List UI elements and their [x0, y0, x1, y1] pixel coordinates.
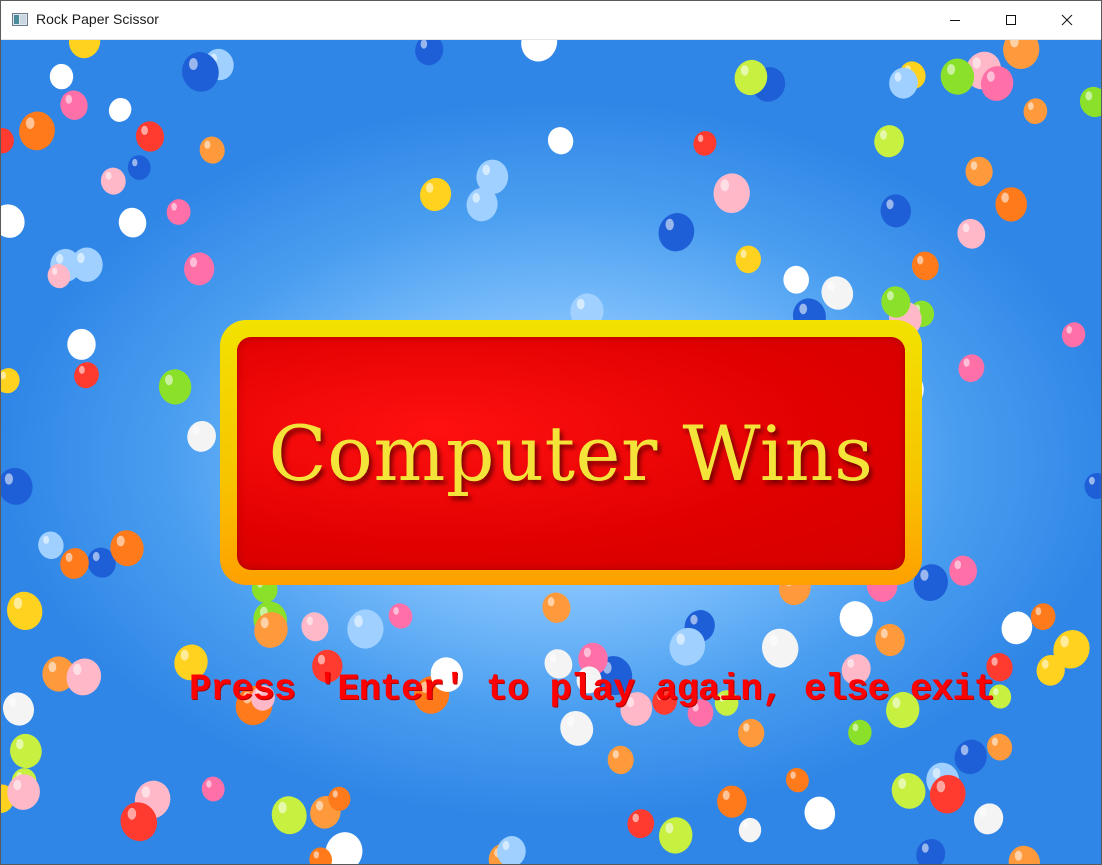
- balloon: [67, 328, 96, 360]
- balloon: [1001, 611, 1033, 645]
- balloon: [713, 173, 750, 213]
- game-canvas[interactable]: Computer Wins Press 'Enter' to play agai…: [1, 40, 1101, 864]
- balloon: [118, 207, 147, 238]
- balloon: [1061, 322, 1086, 348]
- balloon: [783, 265, 810, 294]
- balloon: [957, 218, 986, 249]
- balloon: [1084, 473, 1101, 499]
- balloon: [848, 719, 872, 746]
- balloon: [68, 40, 101, 59]
- balloon: [199, 136, 225, 164]
- minimize-button[interactable]: [932, 1, 978, 39]
- balloon: [201, 776, 225, 802]
- balloon: [607, 745, 634, 775]
- balloon: [415, 40, 444, 66]
- balloon: [949, 555, 978, 586]
- balloon: [916, 838, 946, 864]
- balloon: [958, 354, 985, 382]
- balloon: [1003, 40, 1040, 69]
- balloon: [388, 603, 413, 629]
- close-button[interactable]: [1044, 1, 1090, 39]
- balloon: [1, 128, 14, 154]
- balloon: [10, 733, 42, 769]
- balloon: [108, 97, 132, 122]
- balloon: [891, 772, 926, 809]
- result-banner: Computer Wins: [220, 320, 922, 585]
- balloon: [973, 803, 1004, 835]
- balloon: [301, 612, 329, 642]
- balloon: [738, 718, 765, 748]
- balloon: [547, 127, 574, 155]
- balloon: [717, 785, 747, 818]
- balloon: [2, 692, 35, 726]
- balloon: [542, 592, 571, 623]
- balloon: [1, 368, 20, 394]
- balloon: [965, 156, 993, 187]
- balloon: [987, 733, 1013, 761]
- balloon: [38, 531, 64, 560]
- balloon: [693, 131, 717, 156]
- balloon: [839, 601, 873, 637]
- maximize-icon: [1006, 15, 1016, 25]
- balloon: [735, 245, 762, 274]
- balloon: [127, 155, 151, 180]
- balloon: [497, 836, 526, 864]
- result-banner-panel: Computer Wins: [237, 337, 905, 570]
- balloon: [874, 125, 904, 158]
- balloon: [995, 187, 1028, 222]
- balloon: [1, 467, 33, 505]
- balloon: [627, 809, 655, 839]
- balloon: [187, 420, 216, 452]
- minimize-icon: [950, 20, 960, 21]
- balloon: [74, 362, 99, 389]
- balloon: [1023, 98, 1048, 125]
- game-window: Rock Paper Scissor Computer Wins Press '…: [0, 0, 1102, 865]
- balloon: [911, 251, 939, 281]
- balloon: [658, 213, 695, 252]
- balloon: [49, 63, 74, 90]
- maximize-button[interactable]: [988, 1, 1034, 39]
- balloon: [1, 204, 25, 238]
- balloon: [184, 252, 215, 286]
- balloon: [271, 796, 307, 835]
- balloon: [1030, 603, 1056, 631]
- balloon: [762, 628, 799, 668]
- result-text: Computer Wins: [268, 409, 874, 498]
- balloon: [658, 817, 693, 854]
- balloon: [100, 167, 126, 195]
- balloon: [19, 111, 55, 151]
- balloon: [880, 194, 912, 228]
- balloon: [166, 199, 191, 225]
- balloon: [875, 623, 905, 657]
- title-bar[interactable]: Rock Paper Scissor: [1, 1, 1101, 40]
- balloon: [158, 369, 192, 405]
- balloon: [347, 609, 384, 649]
- balloon: [738, 817, 762, 843]
- balloon: [785, 767, 809, 793]
- window-title: Rock Paper Scissor: [36, 11, 159, 27]
- balloon: [804, 796, 836, 830]
- balloon: [60, 90, 88, 120]
- balloon: [1008, 845, 1041, 864]
- play-again-prompt: Press 'Enter' to play again, else exit: [189, 669, 996, 711]
- close-icon: [1061, 14, 1073, 26]
- app-icon: [12, 13, 28, 26]
- balloon: [521, 40, 558, 62]
- balloon: [420, 177, 452, 212]
- balloon: [6, 591, 43, 631]
- balloon: [1079, 86, 1101, 118]
- balloon: [135, 121, 165, 152]
